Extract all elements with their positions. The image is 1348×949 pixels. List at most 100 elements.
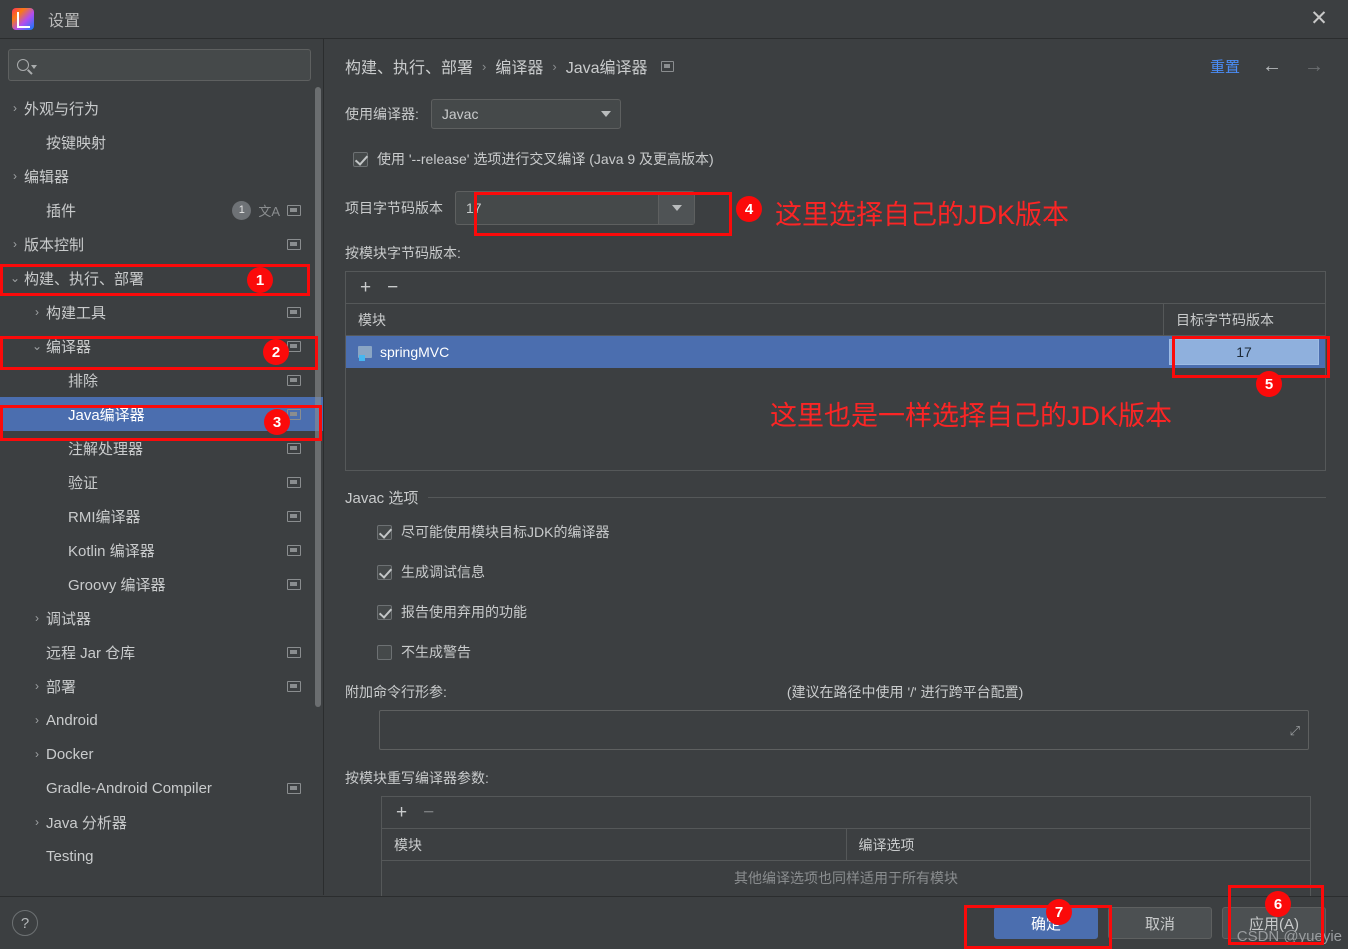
- sidebar-item-7[interactable]: ⌄ 编译器: [0, 329, 323, 363]
- sidebar-item-10[interactable]: ›注解处理器: [0, 431, 323, 465]
- sidebar-item-label: RMI编译器: [68, 508, 141, 526]
- chevron-right-icon[interactable]: ›: [30, 611, 44, 625]
- cancel-button[interactable]: 取消: [1108, 907, 1212, 939]
- breadcrumb-item-2[interactable]: Java编译器: [566, 54, 648, 78]
- expand-icon[interactable]: ⤢: [1290, 723, 1300, 739]
- sidebar-item-label: Android: [46, 711, 98, 729]
- settings-sync-icon[interactable]: [287, 782, 301, 794]
- sidebar-item-18[interactable]: › Android: [0, 703, 323, 737]
- javac-option-label: 尽可能使用模块目标JDK的编译器: [401, 524, 610, 540]
- settings-sync-icon[interactable]: [287, 374, 301, 386]
- sidebar-item-21[interactable]: › Java 分析器: [0, 805, 323, 839]
- sidebar-item-6[interactable]: › 构建工具: [0, 295, 323, 329]
- sidebar-item-14[interactable]: ›Groovy 编译器: [0, 567, 323, 601]
- override-table-empty-text: 其他编译选项也同样适用于所有模块: [734, 870, 958, 886]
- extra-args-hint: (建议在路径中使用 '/' 进行跨平台配置): [786, 684, 1024, 700]
- table-row[interactable]: springMVC 17: [346, 336, 1325, 368]
- javac-option-row-1[interactable]: 生成调试信息: [377, 562, 1326, 582]
- breadcrumb-item-1[interactable]: 编译器: [495, 54, 543, 78]
- settings-sync-icon[interactable]: [287, 204, 301, 216]
- sidebar-scrollbar[interactable]: [315, 87, 321, 707]
- chevron-right-icon[interactable]: ›: [8, 169, 22, 183]
- breadcrumb-item-0[interactable]: 构建、执行、部署: [345, 54, 473, 78]
- target-bytecode-cell[interactable]: 17: [1163, 339, 1325, 365]
- chevron-right-icon[interactable]: ›: [30, 713, 44, 727]
- sidebar-item-16[interactable]: ›远程 Jar 仓库: [0, 635, 323, 669]
- chevron-right-icon[interactable]: ›: [8, 101, 22, 115]
- target-bytecode-input[interactable]: 17: [1169, 339, 1319, 365]
- back-arrow-icon[interactable]: ←: [1262, 55, 1282, 78]
- sidebar-item-19[interactable]: › Docker: [0, 737, 323, 771]
- search-box[interactable]: [8, 49, 311, 81]
- sidebar-item-9[interactable]: ›Java编译器: [0, 397, 323, 431]
- sidebar-item-17[interactable]: › 部署: [0, 669, 323, 703]
- settings-sync-icon[interactable]: [287, 340, 301, 352]
- sidebar-item-5[interactable]: ⌄ 构建、执行、部署: [0, 261, 323, 295]
- settings-sync-icon[interactable]: [287, 408, 301, 420]
- sidebar-item-1[interactable]: ›按键映射: [0, 125, 323, 159]
- forward-arrow-icon[interactable]: →: [1304, 55, 1324, 78]
- javac-option-checkbox-3[interactable]: [377, 644, 392, 660]
- compiler-select[interactable]: Javac: [430, 99, 621, 129]
- chevron-down-icon[interactable]: ⌄: [30, 339, 44, 353]
- chevron-right-icon[interactable]: ›: [30, 747, 44, 761]
- remove-module-button[interactable]: −: [387, 278, 398, 297]
- sidebar-item-11[interactable]: ›验证: [0, 465, 323, 499]
- sidebar-item-22[interactable]: ›Testing: [0, 839, 323, 873]
- column-header-module[interactable]: 模块: [346, 310, 1163, 330]
- chevron-down-icon[interactable]: ⌄: [8, 271, 22, 285]
- settings-sync-icon[interactable]: [660, 60, 674, 72]
- release-checkbox-row[interactable]: 使用 '--release' 选项进行交叉编译 (Java 9 及更高版本): [353, 149, 1326, 169]
- search-input[interactable]: [43, 57, 302, 73]
- sidebar-item-20[interactable]: ›Gradle-Android Compiler: [0, 771, 323, 805]
- javac-option-row-3[interactable]: 不生成警告: [377, 642, 1326, 662]
- add-module-button[interactable]: +: [360, 278, 371, 297]
- settings-sync-icon[interactable]: [287, 238, 301, 250]
- sidebar-item-icons: [287, 782, 301, 794]
- javac-option-checkbox-0[interactable]: [377, 524, 392, 540]
- settings-sync-icon[interactable]: [287, 306, 301, 318]
- javac-option-checkbox-1[interactable]: [377, 564, 392, 580]
- help-icon[interactable]: ?: [12, 910, 38, 936]
- module-table-toolbar: + −: [346, 272, 1325, 304]
- reset-link[interactable]: 重置: [1210, 56, 1240, 77]
- close-icon[interactable]: ✕: [1306, 6, 1332, 32]
- translate-icon[interactable]: 文A: [258, 201, 280, 220]
- sidebar-item-15[interactable]: › 调试器: [0, 601, 323, 635]
- chevron-right-icon[interactable]: ›: [30, 305, 44, 319]
- sidebar-item-label: 部署: [46, 678, 77, 696]
- sidebar-item-12[interactable]: ›RMI编译器: [0, 499, 323, 533]
- ok-button[interactable]: 确定: [994, 907, 1098, 939]
- settings-sync-icon[interactable]: [287, 544, 301, 556]
- sidebar-item-13[interactable]: ›Kotlin 编译器: [0, 533, 323, 567]
- column-header-compile-options[interactable]: 编译选项: [845, 829, 1311, 860]
- remove-override-button[interactable]: −: [423, 803, 434, 822]
- sidebar-item-4[interactable]: › 版本控制: [0, 227, 323, 261]
- settings-sidebar: ›外观与行为›按键映射›编辑器›插件1文A›版本控制⌄构建、执行、部署›构建工具…: [0, 39, 324, 895]
- javac-option-row-0[interactable]: 尽可能使用模块目标JDK的编译器: [377, 522, 1326, 542]
- project-bytecode-value: 17: [466, 200, 482, 216]
- settings-sync-icon[interactable]: [287, 442, 301, 454]
- extra-args-input[interactable]: ⤢: [379, 710, 1309, 750]
- sidebar-item-0[interactable]: › 外观与行为: [0, 91, 323, 125]
- sidebar-item-8[interactable]: ›排除: [0, 363, 323, 397]
- column-header-module[interactable]: 模块: [382, 835, 846, 855]
- add-override-button[interactable]: +: [396, 803, 407, 822]
- chevron-right-icon[interactable]: ›: [30, 815, 44, 829]
- apply-button[interactable]: 应用(A): [1222, 907, 1326, 939]
- settings-sync-icon[interactable]: [287, 510, 301, 522]
- chevron-right-icon[interactable]: ›: [8, 237, 22, 251]
- sidebar-item-3[interactable]: ›插件1文A: [0, 193, 323, 227]
- settings-sync-icon[interactable]: [287, 578, 301, 590]
- sidebar-item-2[interactable]: › 编辑器: [0, 159, 323, 193]
- settings-sync-icon[interactable]: [287, 476, 301, 488]
- column-header-target[interactable]: 目标字节码版本: [1163, 304, 1325, 335]
- javac-option-row-2[interactable]: 报告使用弃用的功能: [377, 602, 1326, 622]
- release-checkbox[interactable]: [353, 151, 368, 167]
- settings-content: 使用编译器: Javac 使用 '--release' 选项进行交叉编译 (Ja…: [325, 99, 1348, 906]
- settings-sync-icon[interactable]: [287, 680, 301, 692]
- javac-option-checkbox-2[interactable]: [377, 604, 392, 620]
- settings-sync-icon[interactable]: [287, 646, 301, 658]
- project-bytecode-select[interactable]: 17: [455, 191, 695, 225]
- chevron-right-icon[interactable]: ›: [30, 679, 44, 693]
